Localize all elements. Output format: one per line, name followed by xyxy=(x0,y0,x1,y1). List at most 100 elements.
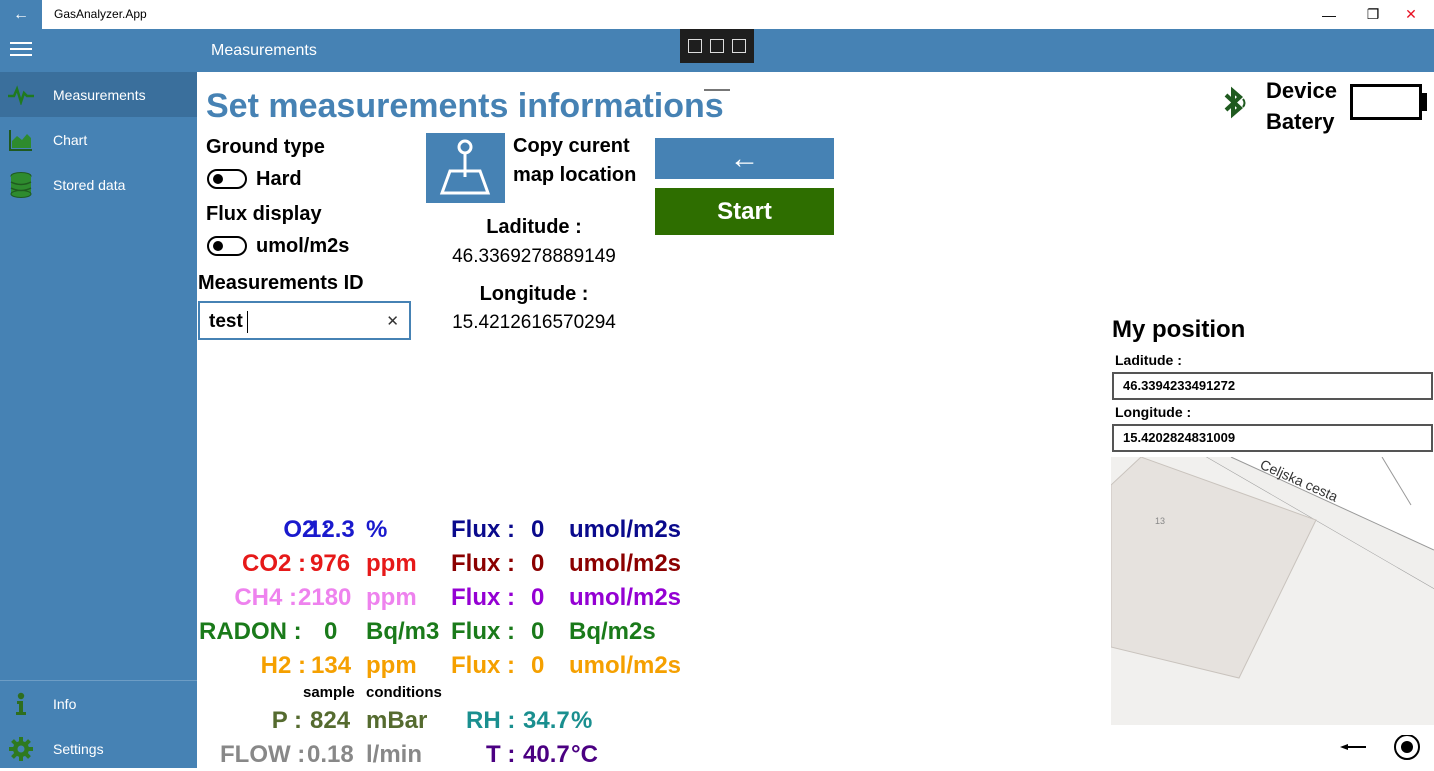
back-arrow-icon: ← xyxy=(13,5,29,23)
copy-map-location-button[interactable] xyxy=(426,133,505,203)
latitude-label: Laditude : xyxy=(486,216,582,238)
h2-unit: ppm xyxy=(366,652,417,679)
position-latitude-field[interactable]: 46.3394233491272 xyxy=(1112,372,1433,400)
cursor-icon[interactable] xyxy=(710,39,724,53)
h2-value: 134 xyxy=(311,652,352,679)
text-caret xyxy=(247,311,248,333)
minimize-icon: — xyxy=(1322,6,1336,23)
area-chart-icon xyxy=(8,127,34,153)
o2-flux-value: 0 xyxy=(531,516,545,543)
debug-toolbar[interactable] xyxy=(680,29,754,63)
longitude-value: 15.4212616570294 xyxy=(452,312,616,333)
ground-type-toggle[interactable] xyxy=(207,169,247,189)
h2-flux-unit: umol/m2s xyxy=(569,652,682,679)
ground-type-label: Ground type xyxy=(206,136,325,158)
sidebar: Measurements Chart Stored data Info Sett… xyxy=(0,72,197,768)
measurement-id-value: test xyxy=(209,311,243,332)
sidebar-item-stored-data[interactable]: Stored data xyxy=(0,162,197,207)
position-latitude-label: Laditude : xyxy=(1115,352,1182,368)
o2-flux-label: Flux : xyxy=(451,516,515,543)
minimize-button[interactable]: — xyxy=(1306,0,1352,29)
battery-icon xyxy=(1350,84,1422,120)
copy-location-label: Copy curent map location xyxy=(513,135,637,186)
sidebar-item-label: Stored data xyxy=(53,176,126,193)
flux-display-toggle[interactable] xyxy=(207,236,247,256)
rh-value: 34.7 xyxy=(523,707,570,734)
ch4-label: CH4 : xyxy=(234,584,297,611)
co2-flux-label: Flux : xyxy=(451,550,515,577)
app-header: Measurements xyxy=(0,29,1434,91)
radon-flux-label: Flux : xyxy=(451,618,515,645)
select-element-icon[interactable] xyxy=(688,39,702,53)
back-arrow-button[interactable]: ← xyxy=(655,138,834,179)
frame-icon[interactable] xyxy=(732,39,746,53)
measurement-id-input[interactable]: test ✕ xyxy=(198,301,411,340)
restore-icon: ❐ xyxy=(1366,6,1380,22)
sidebar-item-label: Info xyxy=(53,695,77,712)
sidebar-item-label: Settings xyxy=(53,740,104,757)
co2-flux-unit: umol/m2s xyxy=(569,550,682,577)
pressure-value: 824 xyxy=(310,707,351,734)
radon-flux-unit: Bq/m2s xyxy=(569,618,656,645)
gear-icon xyxy=(8,736,34,762)
clear-icon[interactable]: ✕ xyxy=(386,312,399,330)
radon-unit: Bq/m3 xyxy=(366,618,440,645)
main-heading: Set measurements informations xyxy=(206,87,724,125)
ch4-flux-value: 0 xyxy=(531,584,545,611)
ch4-flux-label: Flux : xyxy=(451,584,515,611)
hamburger-menu-icon[interactable] xyxy=(10,42,32,58)
map-controls xyxy=(1340,734,1434,768)
back-button[interactable]: ← xyxy=(0,0,42,29)
position-longitude-label: Longitude : xyxy=(1115,404,1192,420)
radon-value: 0 xyxy=(324,618,338,645)
co2-flux-value: 0 xyxy=(531,550,545,577)
co2-value: 976 xyxy=(310,550,351,577)
h2-flux-value: 0 xyxy=(531,652,545,679)
co2-unit: ppm xyxy=(366,550,417,577)
map-view[interactable]: 13 Celjska cesta xyxy=(1111,457,1434,725)
sidebar-item-settings[interactable]: Settings xyxy=(0,726,197,771)
bluetooth-icon xyxy=(1218,86,1252,120)
longitude-label: Longitude : xyxy=(479,283,589,305)
battery-tip xyxy=(1421,93,1427,111)
ch4-flux-unit: umol/m2s xyxy=(569,584,682,611)
map-building-number: 13 xyxy=(1155,516,1165,526)
map-tiles: 13 Celjska cesta xyxy=(1111,457,1434,725)
position-longitude-field[interactable]: 15.4202824831009 xyxy=(1112,424,1433,452)
sidebar-item-measurements[interactable]: Measurements xyxy=(0,72,197,117)
compass-icon[interactable] xyxy=(1340,744,1366,750)
database-icon xyxy=(8,171,34,198)
o2-unit: % xyxy=(366,516,388,543)
radon-flux-value: 0 xyxy=(531,618,545,645)
locate-me-icon[interactable] xyxy=(1394,734,1420,760)
ch4-value: 2180 xyxy=(298,584,352,611)
ch4-unit: ppm xyxy=(366,584,417,611)
sidebar-item-info[interactable]: Info xyxy=(0,681,197,726)
sidebar-item-label: Chart xyxy=(53,131,88,148)
device-battery-label: Device Batery xyxy=(1266,78,1337,134)
conditions-label: conditions xyxy=(366,684,442,701)
radon-label: RADON : xyxy=(199,618,302,645)
sample-label: sample xyxy=(303,684,355,701)
h2-flux-label: Flux : xyxy=(451,652,515,679)
page-title: Measurements xyxy=(211,42,317,59)
flow-unit: l/min xyxy=(366,741,423,768)
title-bar: ← GasAnalyzer.App — ❐ ✕ xyxy=(0,0,1434,29)
o2-value: 12.3 xyxy=(308,516,355,543)
start-button[interactable]: Start xyxy=(655,188,834,235)
close-icon: ✕ xyxy=(1405,6,1417,22)
pulse-icon xyxy=(8,82,34,108)
temperature-unit: °C xyxy=(571,741,598,768)
h2-label: H2 : xyxy=(260,652,306,679)
info-icon xyxy=(8,691,34,717)
sidebar-item-chart[interactable]: Chart xyxy=(0,117,197,162)
rh-unit: % xyxy=(571,707,593,734)
co2-label: CO2 : xyxy=(241,550,306,577)
left-arrow-icon: ← xyxy=(729,141,760,175)
ground-type-value: Hard xyxy=(256,168,302,190)
close-button[interactable]: ✕ xyxy=(1388,0,1434,29)
measurement-id-label: Measurements ID xyxy=(198,272,364,294)
my-position-title: My position xyxy=(1112,316,1246,343)
o2-flux-unit: umol/m2s xyxy=(569,516,682,543)
temperature-value: 40.7 xyxy=(523,741,570,768)
